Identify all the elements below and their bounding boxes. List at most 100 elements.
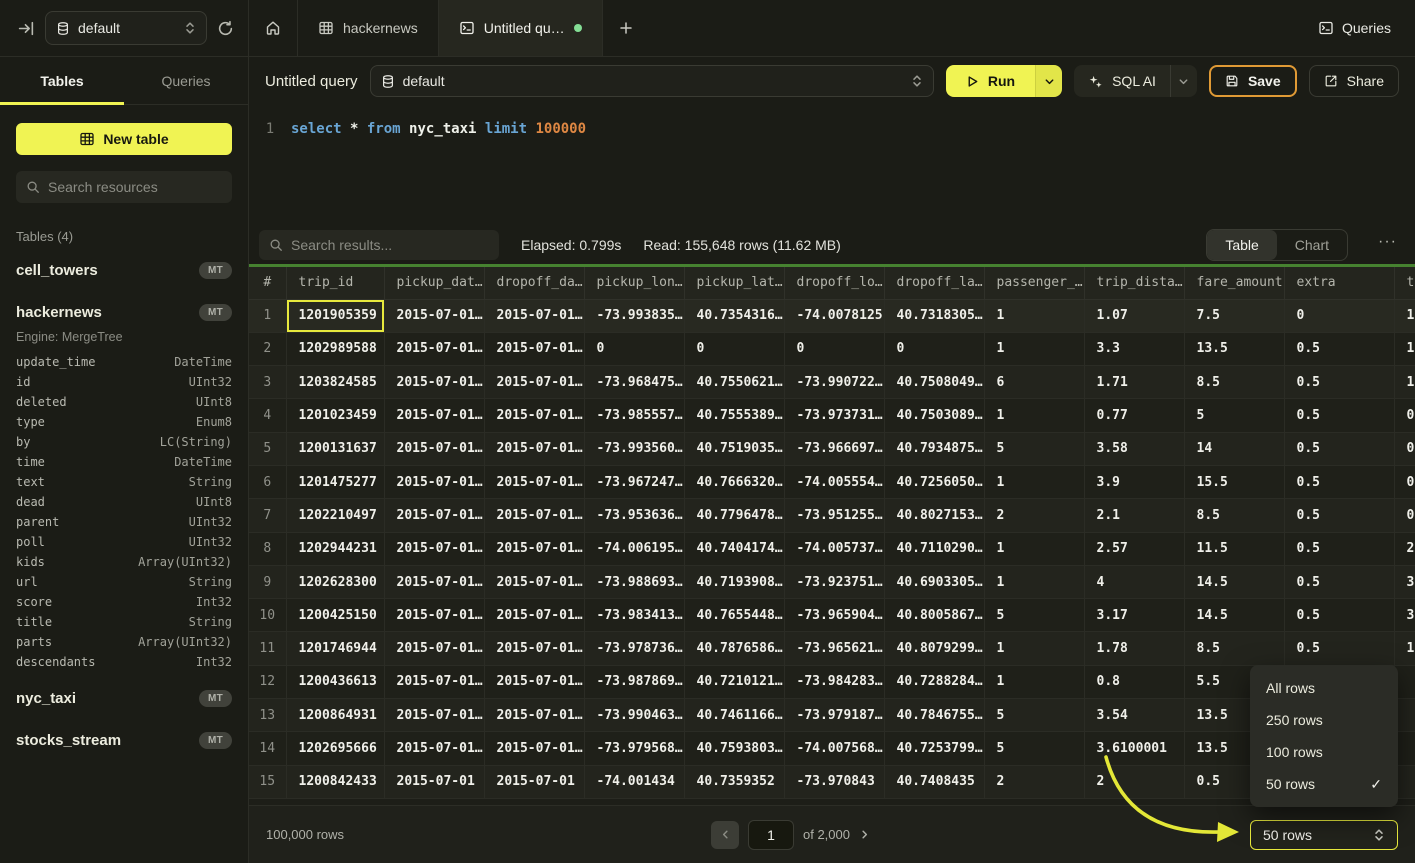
cell[interactable]: 3.9 xyxy=(1084,465,1184,498)
cell[interactable]: 1200131637 xyxy=(286,432,384,465)
cell[interactable]: 1 xyxy=(1394,366,1415,399)
query-database-selector[interactable]: default xyxy=(370,65,934,97)
cell[interactable]: 1.07 xyxy=(1084,299,1184,332)
cell[interactable]: 1200864931 xyxy=(286,699,384,732)
save-button[interactable]: Save xyxy=(1209,65,1297,97)
cell[interactable]: 1 xyxy=(984,332,1084,365)
cell[interactable]: -73.978736… xyxy=(584,632,684,665)
column-header[interactable]: # xyxy=(249,267,286,299)
row-number[interactable]: 12 xyxy=(249,665,286,698)
cell[interactable]: 40.7318305… xyxy=(884,299,984,332)
cell[interactable]: 2015-07-01… xyxy=(384,399,484,432)
cell[interactable]: 40.7110290… xyxy=(884,532,984,565)
cell[interactable]: 40.7253799… xyxy=(884,732,984,765)
new-tab-button[interactable] xyxy=(603,0,649,56)
previous-page-button[interactable] xyxy=(711,821,739,849)
cell[interactable]: -73.979187… xyxy=(784,699,884,732)
column-header[interactable]: pickup_lat… xyxy=(684,267,784,299)
cell[interactable]: 0 xyxy=(1394,432,1415,465)
cell[interactable]: 2015-07-01… xyxy=(384,599,484,632)
run-options-button[interactable] xyxy=(1035,65,1062,97)
queries-shortcut[interactable]: Queries xyxy=(1318,0,1415,56)
cell[interactable]: 0.5 xyxy=(1284,565,1394,598)
cell[interactable]: 2015-07-01… xyxy=(484,366,584,399)
cell[interactable]: 2015-07-01… xyxy=(384,332,484,365)
cell[interactable]: 0.5 xyxy=(1284,432,1394,465)
cell[interactable]: 5 xyxy=(984,599,1084,632)
cell[interactable]: 40.7193908… xyxy=(684,565,784,598)
column-header[interactable]: passenger_… xyxy=(984,267,1084,299)
row-number[interactable]: 7 xyxy=(249,499,286,532)
cell[interactable]: -73.973731… xyxy=(784,399,884,432)
cell[interactable]: 2015-07-01… xyxy=(484,699,584,732)
cell[interactable]: 0.5 xyxy=(1284,532,1394,565)
column-header[interactable]: t xyxy=(1394,267,1415,299)
column-header[interactable]: dropoff_la… xyxy=(884,267,984,299)
column-header[interactable]: trip_id xyxy=(286,267,384,299)
cell[interactable]: 1 xyxy=(1394,632,1415,665)
cell[interactable]: 3.3 xyxy=(1084,332,1184,365)
row-number[interactable]: 10 xyxy=(249,599,286,632)
cell[interactable]: -73.988693… xyxy=(584,565,684,598)
cell[interactable]: 2015-07-01… xyxy=(484,499,584,532)
cell[interactable]: 0.8 xyxy=(1084,665,1184,698)
cell[interactable]: 1 xyxy=(1394,332,1415,365)
cell[interactable]: 40.6903305… xyxy=(884,565,984,598)
cell[interactable]: 14.5 xyxy=(1184,599,1284,632)
next-page-button[interactable] xyxy=(859,829,870,840)
row-number[interactable]: 2 xyxy=(249,332,286,365)
cell[interactable]: 1 xyxy=(984,665,1084,698)
column-header[interactable]: fare_amount xyxy=(1184,267,1284,299)
row-number[interactable]: 5 xyxy=(249,432,286,465)
cell[interactable]: 1 xyxy=(984,532,1084,565)
rows-option-50-rows[interactable]: 50 rows✓ xyxy=(1250,768,1398,800)
cell[interactable]: 40.7461166… xyxy=(684,699,784,732)
cell[interactable]: 40.7256050… xyxy=(884,465,984,498)
collapse-sidebar-button[interactable] xyxy=(18,20,35,37)
cell[interactable]: 2 xyxy=(1084,765,1184,798)
cell[interactable]: 40.7210121… xyxy=(684,665,784,698)
cell[interactable]: 0.5 xyxy=(1284,599,1394,632)
page-number-input[interactable] xyxy=(748,820,794,850)
cell[interactable]: 1201905359 xyxy=(286,299,384,332)
cell[interactable]: 2015-07-01… xyxy=(484,665,584,698)
cell[interactable]: -73.923751… xyxy=(784,565,884,598)
cell[interactable]: 0 xyxy=(584,332,684,365)
row-number[interactable]: 9 xyxy=(249,565,286,598)
cell[interactable]: 0 xyxy=(1394,399,1415,432)
cell[interactable]: -73.968475… xyxy=(584,366,684,399)
cell[interactable]: 0 xyxy=(784,332,884,365)
cell[interactable]: -73.965904… xyxy=(784,599,884,632)
cell[interactable]: 0 xyxy=(684,332,784,365)
cell[interactable]: 3 xyxy=(1394,599,1415,632)
cell[interactable]: 2.1 xyxy=(1084,499,1184,532)
tab-hackernews[interactable]: hackernews xyxy=(298,0,439,56)
cell[interactable]: -73.990463… xyxy=(584,699,684,732)
database-selector[interactable]: default xyxy=(45,11,207,45)
cell[interactable]: 40.7666320… xyxy=(684,465,784,498)
cell[interactable]: 11.5 xyxy=(1184,532,1284,565)
cell[interactable]: 2015-07-01… xyxy=(384,732,484,765)
cell[interactable]: 40.7359352 xyxy=(684,765,784,798)
refresh-button[interactable] xyxy=(217,20,234,37)
column-header[interactable]: dropoff_lo… xyxy=(784,267,884,299)
cell[interactable]: 3.6100001 xyxy=(1084,732,1184,765)
cell[interactable]: 0.5 xyxy=(1284,632,1394,665)
cell[interactable]: 2015-07-01… xyxy=(484,399,584,432)
cell[interactable]: -74.005737… xyxy=(784,532,884,565)
cell[interactable]: 2015-07-01… xyxy=(484,732,584,765)
cell[interactable]: 1201475277 xyxy=(286,465,384,498)
cell[interactable]: 5 xyxy=(984,699,1084,732)
sidebar-tab-queries[interactable]: Queries xyxy=(124,57,248,104)
run-button[interactable]: Run xyxy=(946,65,1035,97)
sql-editor[interactable]: 1 select * from nyc_taxi limit 100000 xyxy=(249,105,1415,225)
cell[interactable]: 40.7934875… xyxy=(884,432,984,465)
sidebar-table-cell-towers[interactable]: cell_towers MT xyxy=(16,254,232,286)
cell[interactable]: -73.990722… xyxy=(784,366,884,399)
cell[interactable]: 2 xyxy=(984,499,1084,532)
cell[interactable]: 2015-07-01… xyxy=(484,332,584,365)
cell[interactable]: 40.7288284… xyxy=(884,665,984,698)
cell[interactable]: 1200436613 xyxy=(286,665,384,698)
cell[interactable]: 6 xyxy=(984,366,1084,399)
cell[interactable]: 1 xyxy=(984,299,1084,332)
